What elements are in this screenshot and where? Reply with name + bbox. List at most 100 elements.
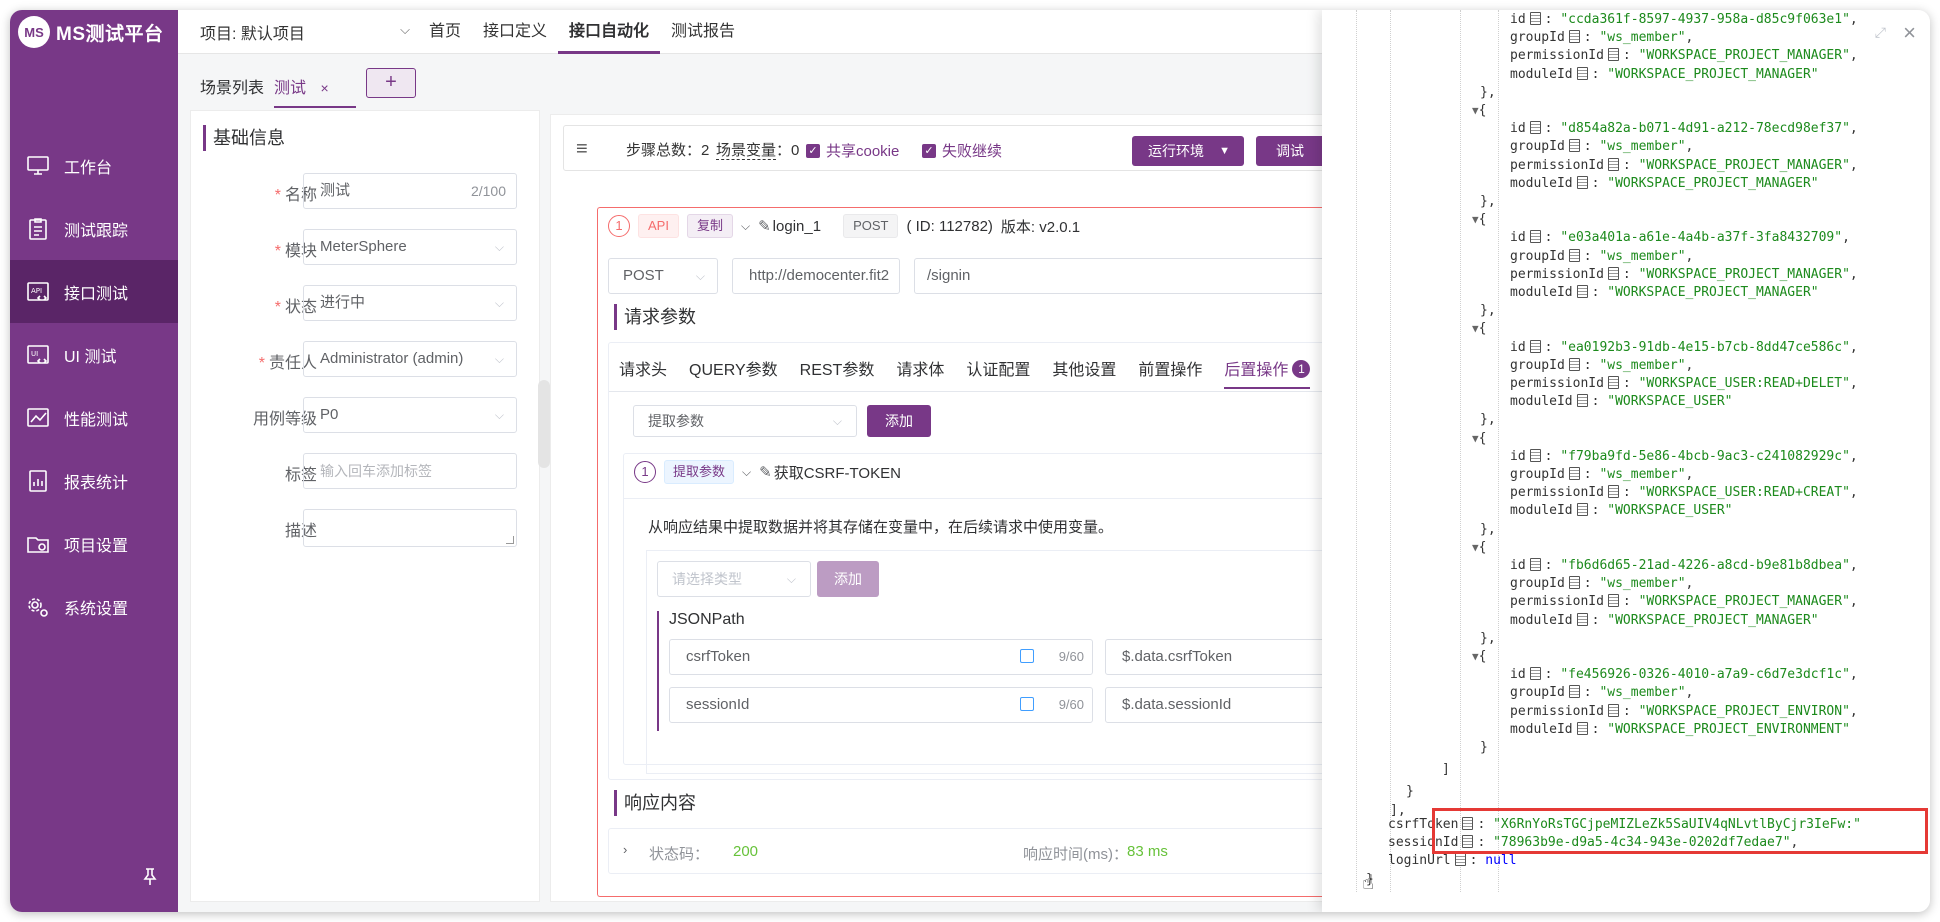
chevron-down-icon: ⌵ <box>400 22 410 37</box>
tab-test[interactable]: 测试 × <box>274 74 356 108</box>
tab-query-params[interactable]: QUERY参数 <box>689 357 778 389</box>
extract-params-box: 1 提取参数 ⌵ ✎ 获取CSRF-TOKEN 从响应结果中提取数据并将其存储在… <box>623 453 1425 774</box>
step-id: ( ID: 112782) <box>906 217 993 235</box>
tab-other-settings[interactable]: 其他设置 <box>1052 357 1116 389</box>
variable-name-input[interactable]: sessionId 9/60 <box>669 687 1093 723</box>
top-menu-api-definition[interactable]: 接口定义 <box>472 10 558 54</box>
variable-name-count: 9/60 <box>1058 697 1084 712</box>
scenario-variables-link[interactable]: 场景变量 <box>716 142 777 160</box>
close-icon[interactable]: × <box>320 80 328 96</box>
chevron-right-icon[interactable]: › <box>623 842 627 857</box>
json-line: ▼{ <box>1472 649 1487 664</box>
sidebar-item-label: 项目设置 <box>64 537 129 555</box>
add-extract-rule-button[interactable]: 添加 <box>817 561 879 597</box>
edit-icon[interactable]: ✎ <box>759 463 772 481</box>
description-textarea[interactable] <box>303 509 517 547</box>
sidebar-item-api-test[interactable]: API 接口测试 <box>10 260 178 323</box>
json-line: }, <box>1480 303 1496 318</box>
environment-button-label: 运行环境 <box>1148 143 1204 159</box>
scenario-variables[interactable]: 场景变量：0 <box>716 139 799 160</box>
copy-icon <box>1576 176 1588 189</box>
caret-down-icon: ▼ <box>1219 145 1230 157</box>
copy-icon[interactable] <box>1020 649 1034 663</box>
sidebar-item-report[interactable]: 报表统计 <box>10 449 178 512</box>
share-cookie-checkbox[interactable]: ✓ 共享cookie <box>806 140 899 161</box>
resize-handle-icon[interactable] <box>506 536 514 544</box>
extract-type-select[interactable]: 请选择类型 ⌵ <box>657 561 811 597</box>
json-line: permissionId: "WORKSPACE_PROJECT_MANAGER… <box>1510 594 1858 609</box>
name-char-count: 2/100 <box>470 183 506 199</box>
tab-post-operations[interactable]: 后置操作 1 <box>1224 357 1311 389</box>
expand-icon[interactable]: ⤢ <box>1875 24 1886 41</box>
jsonpath-row: sessionId 9/60 $.data.sessionId <box>659 687 1425 723</box>
json-line: moduleId: "WORKSPACE_PROJECT_MANAGER" <box>1510 67 1819 82</box>
variable-name-input[interactable]: csrfToken 9/60 <box>669 639 1093 675</box>
method-select[interactable]: POST ⌵ <box>608 258 718 294</box>
copy-icon <box>1607 158 1619 171</box>
sidebar-item-system-settings[interactable]: 系统设置 <box>10 575 178 638</box>
edit-icon[interactable]: ✎ <box>758 217 771 235</box>
top-menu-test-report[interactable]: 测试报告 <box>660 10 746 54</box>
response-time-value: 83 ms <box>1127 843 1168 860</box>
tab-scenario-list[interactable]: 场景列表 <box>200 74 264 98</box>
checkbox-checked-icon: ✓ <box>922 143 936 158</box>
path-input[interactable]: /signin <box>914 258 1374 294</box>
desc-row: 描述 <box>191 509 541 547</box>
collapse-chevron-icon[interactable]: ⌵ <box>741 219 750 234</box>
request-params-title: 请求参数 <box>614 304 696 330</box>
module-select[interactable]: MeterSphere ⌵ <box>303 229 517 265</box>
json-line: moduleId: "WORKSPACE_PROJECT_MANAGER" <box>1510 285 1819 300</box>
close-icon[interactable]: × <box>1903 20 1916 46</box>
json-line: moduleId: "WORKSPACE_PROJECT_ENVIRONMENT… <box>1510 722 1850 737</box>
copy-icon[interactable] <box>1020 697 1034 711</box>
continue-on-fail-checkbox[interactable]: ✓ 失败继续 <box>922 140 1002 161</box>
owner-value: Administrator (admin) <box>320 350 464 367</box>
tab-rest-params[interactable]: REST参数 <box>800 357 875 389</box>
environment-button[interactable]: 运行环境 ▼ <box>1132 136 1244 166</box>
tab-auth[interactable]: 认证配置 <box>966 357 1030 389</box>
basic-info-panel: 基础信息 * 名称 测试 2/100 * 模块 MeterSphere ⌵ * 状态 进行… <box>190 110 540 902</box>
response-summary[interactable]: › 状态码： 200 响应时间(ms)： 83 ms <box>608 828 1368 874</box>
status-select[interactable]: 进行中 ⌵ <box>303 285 517 321</box>
project-selector[interactable]: 项目: 默认项目 ⌵ <box>200 20 410 46</box>
tab-divider <box>609 391 1369 392</box>
json-line: } <box>1406 784 1414 799</box>
chevron-down-icon: ⌵ <box>494 408 504 422</box>
collapse-chevron-icon[interactable]: ⌵ <box>742 465 751 480</box>
sidebar-item-ui-test[interactable]: UI UI 测试 <box>10 323 178 386</box>
add-post-op-button[interactable]: 添加 <box>867 405 931 437</box>
app-title: MS测试平台 <box>56 23 164 45</box>
tab-headers[interactable]: 请求头 <box>619 357 667 389</box>
copy-icon <box>1568 576 1580 589</box>
copy-icon <box>1568 30 1580 43</box>
tab-pre-operations[interactable]: 前置操作 <box>1138 357 1202 389</box>
host-input[interactable]: http://democenter.fit2 <box>732 258 900 294</box>
copy-icon <box>1576 613 1588 626</box>
app-window: MS MS测试平台 工作台 测试跟踪 API 接口测试 UI UI 测试 性能测… <box>10 10 1930 912</box>
top-menu-api-automation[interactable]: 接口自动化 <box>558 10 661 54</box>
sidebar-item-test-track[interactable]: 测试跟踪 <box>10 197 178 260</box>
copy-icon <box>1568 249 1580 262</box>
json-line: }, <box>1480 631 1496 646</box>
tag-input[interactable]: 输入回车添加标签 <box>303 453 517 489</box>
sidebar-item-performance[interactable]: 性能测试 <box>10 386 178 449</box>
level-select[interactable]: P0 ⌵ <box>303 397 517 433</box>
panel-splitter[interactable] <box>538 380 550 468</box>
owner-select[interactable]: Administrator (admin) ⌵ <box>303 341 517 377</box>
tab-body[interactable]: 请求体 <box>896 357 944 389</box>
sidebar-item-workbench[interactable]: 工作台 <box>10 134 178 197</box>
chevron-down-icon: ⌵ <box>832 414 842 428</box>
top-menu-home[interactable]: 首页 <box>418 10 472 54</box>
sidebar-item-project-settings[interactable]: 项目设置 <box>10 512 178 575</box>
menu-icon[interactable]: ≡ <box>576 138 588 161</box>
name-field[interactable]: 测试 2/100 <box>303 173 517 209</box>
post-op-type-select[interactable]: 提取参数 ⌵ <box>633 405 857 437</box>
request-params-box: 请求头 QUERY参数 REST参数 请求体 认证配置 其他设置 前置操作 后置… <box>608 342 1425 780</box>
copy-icon <box>1568 467 1580 480</box>
pin-icon[interactable] <box>140 866 160 886</box>
copy-icon <box>1607 267 1619 280</box>
copy-icon <box>1529 340 1541 353</box>
json-line: groupId: "ws_member", <box>1510 685 1694 700</box>
json-line: ▼{ <box>1472 321 1487 336</box>
add-tab-button[interactable]: + <box>366 68 416 98</box>
